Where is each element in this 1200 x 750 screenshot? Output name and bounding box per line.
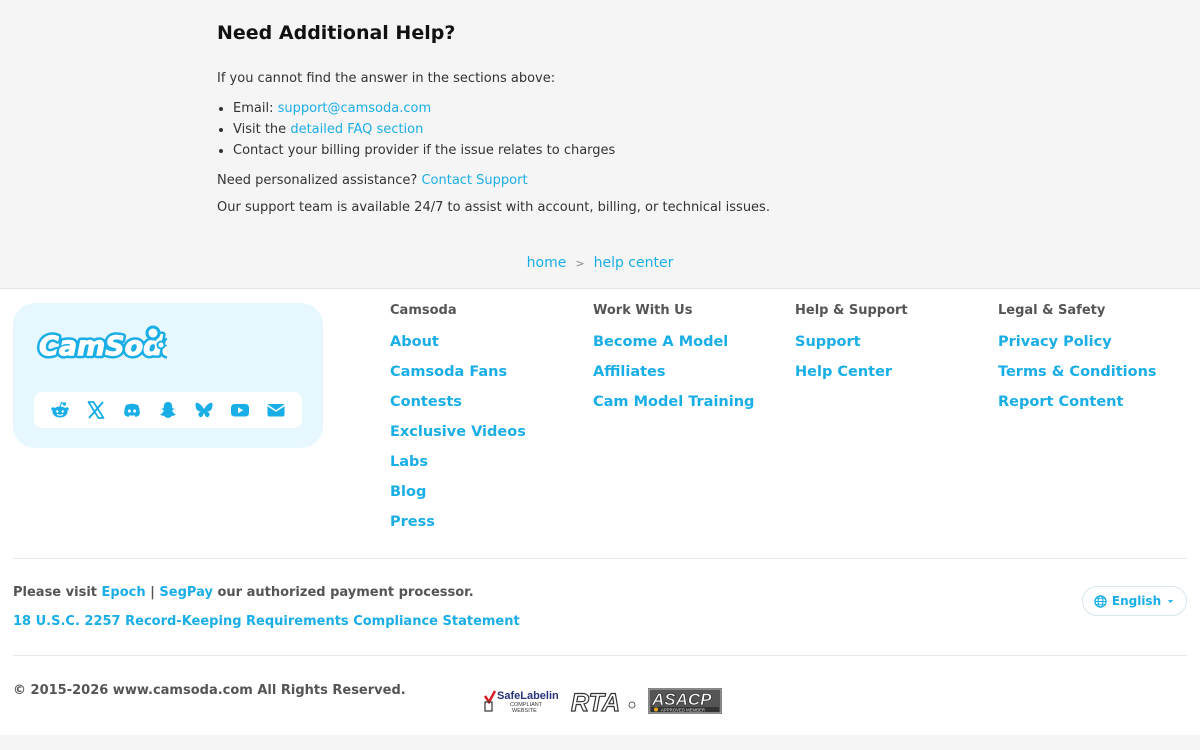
breadcrumb-help-center-link[interactable]: help center bbox=[594, 255, 674, 271]
svg-text:APPROVED MEMBER: APPROVED MEMBER bbox=[661, 708, 705, 713]
footer-link-contests[interactable]: Contests bbox=[390, 379, 590, 410]
snapchat-icon[interactable] bbox=[158, 400, 178, 420]
globe-icon bbox=[1094, 594, 1107, 608]
language-label: English bbox=[1111, 594, 1162, 608]
segpay-link[interactable]: SegPay bbox=[159, 585, 213, 600]
record-keeping-link[interactable]: 18 U.S.C. 2257 Record-Keeping Requiremen… bbox=[13, 614, 520, 629]
list-item: Visit the detailed FAQ section bbox=[233, 122, 615, 143]
personal-assistance-text: Need personalized assistance? Contact Su… bbox=[217, 173, 528, 188]
social-links bbox=[34, 392, 302, 428]
support-availability-text: Our support team is available 24/7 to as… bbox=[217, 200, 770, 215]
support-email-link[interactable]: support@camsoda.com bbox=[278, 101, 432, 116]
footer-link-cam-model-training[interactable]: Cam Model Training bbox=[593, 379, 793, 410]
language-selector[interactable]: English bbox=[1082, 586, 1187, 616]
footer: CamSoda CamSoda Camsoda About Camsoda Fa… bbox=[0, 288, 1200, 735]
svg-text:RTA: RTA bbox=[571, 689, 620, 714]
copyright-text: © 2015-2026 www.camsoda.com All Rights R… bbox=[13, 683, 406, 698]
footer-link-privacy-policy[interactable]: Privacy Policy bbox=[998, 319, 1198, 350]
compliance-badges: SafeLabeling COMPLIANT WEBSITE RTA ASACP… bbox=[483, 688, 722, 718]
asacp-logo-icon: ASACP APPROVED MEMBER bbox=[648, 688, 722, 714]
chevron-down-icon bbox=[1167, 599, 1174, 603]
footer-column-help-support: Help & Support Support Help Center bbox=[795, 303, 995, 380]
discord-icon[interactable] bbox=[122, 400, 142, 420]
safelabeling-badge[interactable]: SafeLabeling COMPLIANT WEBSITE bbox=[483, 688, 565, 718]
brand-box: CamSoda CamSoda bbox=[13, 303, 323, 448]
camsoda-logo[interactable]: CamSoda CamSoda bbox=[35, 323, 184, 371]
footer-link-become-a-model[interactable]: Become A Model bbox=[593, 319, 793, 350]
footer-link-help-center[interactable]: Help Center bbox=[795, 349, 995, 380]
footer-divider bbox=[13, 655, 1187, 656]
breadcrumb-separator: > bbox=[575, 257, 585, 270]
footer-link-blog[interactable]: Blog bbox=[390, 469, 590, 500]
help-intro: If you cannot find the answer in the sec… bbox=[217, 71, 556, 86]
camsoda-logo-icon: CamSoda CamSoda bbox=[36, 325, 184, 365]
breadcrumb-home-link[interactable]: home bbox=[527, 255, 567, 271]
footer-divider bbox=[13, 558, 1187, 559]
footer-link-labs[interactable]: Labs bbox=[390, 439, 590, 470]
email-icon[interactable] bbox=[266, 400, 286, 420]
epoch-link[interactable]: Epoch bbox=[102, 585, 146, 600]
payment-processor-text: Please visit Epoch | SegPay our authoriz… bbox=[13, 585, 474, 600]
asacp-badge[interactable]: ASACP APPROVED MEMBER bbox=[648, 688, 722, 718]
footer-column-legal-safety: Legal & Safety Privacy Policy Terms & Co… bbox=[998, 303, 1198, 410]
rta-logo-icon: RTA bbox=[570, 688, 636, 718]
list-item: Email: support@camsoda.com bbox=[233, 101, 615, 122]
footer-link-report-content[interactable]: Report Content bbox=[998, 379, 1198, 410]
youtube-icon[interactable] bbox=[230, 400, 250, 420]
footer-link-press[interactable]: Press bbox=[390, 499, 590, 530]
reddit-icon[interactable] bbox=[50, 400, 70, 420]
svg-text:ASACP: ASACP bbox=[651, 690, 712, 709]
rta-badge[interactable]: RTA bbox=[570, 688, 636, 718]
breadcrumb: home > help center bbox=[0, 255, 1200, 271]
list-item: Contact your billing provider if the iss… bbox=[233, 143, 615, 164]
help-list: Email: support@camsoda.com Visit the det… bbox=[233, 101, 615, 164]
x-icon[interactable] bbox=[86, 400, 106, 420]
footer-link-camsoda-fans[interactable]: Camsoda Fans bbox=[390, 349, 590, 380]
help-title: Need Additional Help? bbox=[217, 22, 456, 44]
footer-link-exclusive-videos[interactable]: Exclusive Videos bbox=[390, 409, 590, 440]
safelabeling-logo-icon: SafeLabeling COMPLIANT WEBSITE bbox=[483, 690, 565, 714]
footer-link-terms-conditions[interactable]: Terms & Conditions bbox=[998, 349, 1198, 380]
svg-text:WEBSITE: WEBSITE bbox=[512, 708, 537, 714]
footer-column-camsoda: Camsoda About Camsoda Fans Contests Excl… bbox=[390, 303, 590, 530]
footer-link-about[interactable]: About bbox=[390, 319, 590, 350]
footer-link-support[interactable]: Support bbox=[795, 319, 995, 350]
footer-link-affiliates[interactable]: Affiliates bbox=[593, 349, 793, 380]
footer-column-work-with-us: Work With Us Become A Model Affiliates C… bbox=[593, 303, 793, 410]
svg-text:SafeLabeling: SafeLabeling bbox=[497, 690, 558, 702]
contact-support-link[interactable]: Contact Support bbox=[421, 173, 527, 188]
faq-link[interactable]: detailed FAQ section bbox=[290, 122, 423, 137]
bluesky-icon[interactable] bbox=[194, 400, 214, 420]
